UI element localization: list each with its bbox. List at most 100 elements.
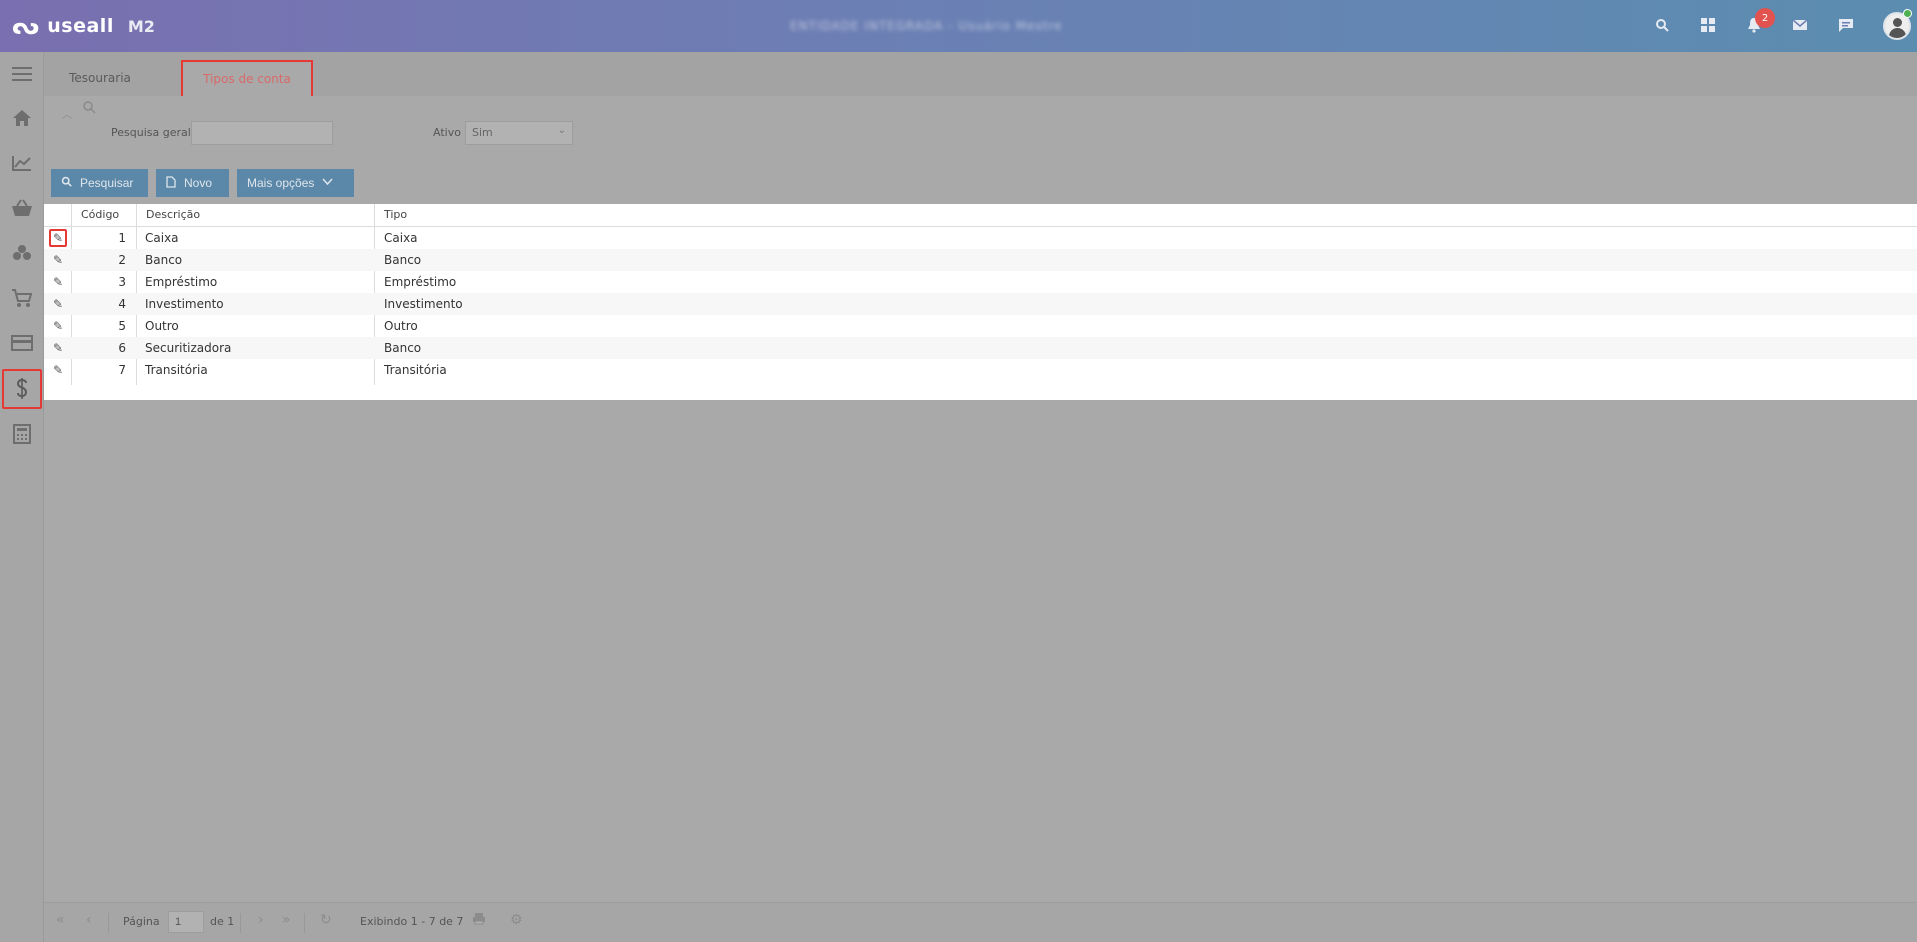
sidebar: [0, 52, 44, 942]
edit-pencil-icon[interactable]: ✎: [49, 251, 67, 269]
row-description: Outro: [145, 319, 179, 333]
edit-pencil-icon[interactable]: ✎: [49, 273, 67, 291]
sidebar-item-menu[interactable]: [2, 54, 42, 94]
dollar-icon: [16, 378, 28, 399]
pager-divider: [304, 913, 305, 933]
table-row[interactable]: ✎ 6 Securitizadora Banco: [44, 337, 1917, 359]
row-type: Empréstimo: [384, 275, 457, 289]
top-header: ᔓ useall M2 ENTIDADE INTEGRADA - Usuário…: [0, 0, 1917, 52]
settings-gears-icon[interactable]: ⚙: [510, 912, 523, 928]
next-page-icon[interactable]: ›: [258, 912, 264, 928]
print-icon[interactable]: [472, 912, 486, 929]
active-filter-label: Ativo: [433, 126, 461, 139]
row-description: Securitizadora: [145, 341, 232, 355]
row-code: 3: [118, 275, 126, 289]
more-options-label: Mais opções: [247, 176, 315, 190]
edit-pencil-icon[interactable]: ✎: [49, 361, 67, 379]
notification-badge[interactable]: 2: [1755, 8, 1775, 28]
edit-pencil-icon[interactable]: ✎: [49, 339, 67, 357]
tab-tipos-de-conta[interactable]: Tipos de conta: [181, 60, 313, 96]
chevron-down-icon: ⌄: [557, 125, 566, 136]
tab-tesouraria-label: Tesouraria: [69, 71, 131, 85]
table-row[interactable]: ✎ 3 Empréstimo Empréstimo: [44, 271, 1917, 293]
chevron-down-icon: [322, 177, 333, 189]
new-button[interactable]: Novo: [156, 169, 229, 197]
row-code: 1: [118, 231, 126, 245]
app-logo[interactable]: ᔓ useall M2: [12, 12, 155, 40]
sidebar-item-billing[interactable]: [2, 323, 42, 363]
sidebar-item-dashboard[interactable]: [2, 143, 42, 183]
more-options-button[interactable]: Mais opções: [237, 169, 354, 197]
apps-icon[interactable]: [1696, 13, 1720, 37]
account-types-grid: Código Descrição Tipo ✎ 1 Caixa Caixa ✎ …: [44, 204, 1917, 400]
entity-user-info: ENTIDADE INTEGRADA - Usuário Mestre: [790, 19, 1063, 33]
row-type: Transitória: [384, 363, 447, 377]
boxes-icon: [13, 245, 31, 260]
previous-page-icon[interactable]: ‹: [86, 912, 92, 928]
avatar-head: [1893, 18, 1902, 27]
table-row[interactable]: ✎ 2 Banco Banco: [44, 249, 1917, 271]
row-code: 6: [118, 341, 126, 355]
chat-icon[interactable]: [1834, 13, 1858, 37]
first-page-icon[interactable]: «: [56, 912, 65, 928]
table-row[interactable]: ✎ 1 Caixa Caixa: [44, 227, 1917, 249]
card-icon: [11, 335, 33, 351]
sidebar-item-sales[interactable]: [2, 188, 42, 228]
row-code: 5: [118, 319, 126, 333]
refresh-icon[interactable]: ↻: [320, 912, 332, 928]
general-search-input[interactable]: [191, 121, 333, 145]
row-code: 7: [118, 363, 126, 377]
edit-pencil-icon[interactable]: ✎: [49, 317, 67, 335]
mail-icon[interactable]: [1788, 13, 1812, 37]
column-header-description[interactable]: Descrição: [146, 208, 200, 221]
action-toolbar: Pesquisar Novo Mais opções: [51, 169, 354, 197]
pager-divider: [108, 913, 109, 933]
search-icon[interactable]: [1650, 13, 1674, 37]
tab-bar: Tesouraria Tipos de conta: [44, 52, 1917, 96]
column-header-code[interactable]: Código: [81, 208, 119, 221]
row-type: Banco: [384, 341, 422, 355]
row-type: Banco: [384, 253, 422, 267]
page-number-input[interactable]: [168, 911, 204, 933]
row-description: Transitória: [145, 363, 208, 377]
calculator-icon: [13, 424, 31, 444]
table-row[interactable]: ✎ 4 Investimento Investimento: [44, 293, 1917, 315]
search-button[interactable]: Pesquisar: [51, 169, 148, 197]
logo-brand: useall: [47, 15, 114, 37]
sidebar-item-accounting[interactable]: [2, 414, 42, 454]
row-description: Caixa: [145, 231, 179, 245]
home-icon: [13, 110, 31, 126]
last-page-icon[interactable]: »: [282, 912, 291, 928]
table-row[interactable]: ✎ 7 Transitória Transitória: [44, 359, 1917, 381]
tab-tesouraria[interactable]: Tesouraria: [66, 60, 134, 96]
table-row[interactable]: ✎ 5 Outro Outro: [44, 315, 1917, 337]
general-search-label: Pesquisa geral: [111, 126, 191, 139]
collapse-chevron-icon[interactable]: ︿: [62, 106, 72, 121]
sidebar-item-stock[interactable]: [2, 233, 42, 273]
page-count-label: de 1: [210, 915, 235, 928]
sidebar-item-finance[interactable]: [2, 369, 42, 409]
filter-search-icon: [82, 100, 96, 118]
active-filter-value: Sim: [472, 126, 493, 139]
sidebar-item-purchases[interactable]: [2, 278, 42, 318]
edit-pencil-icon[interactable]: ✎: [49, 229, 67, 247]
pagination-bar: « ‹ Página de 1 › » ↻ Exibindo 1 - 7 de …: [44, 902, 1917, 942]
basket-icon: [12, 199, 32, 216]
search-button-label: Pesquisar: [80, 176, 134, 190]
tab-tipos-de-conta-label: Tipos de conta: [203, 72, 291, 86]
filter-panel: ︿ Pesquisa geral Ativo Sim ⌄: [44, 96, 1917, 170]
new-button-label: Novo: [184, 176, 213, 190]
grid-header: Código Descrição Tipo: [44, 204, 1917, 227]
sidebar-item-home[interactable]: [2, 98, 42, 138]
avatar-body: [1889, 28, 1906, 38]
pager-divider: [240, 913, 241, 933]
page-label: Página: [123, 915, 160, 928]
chart-icon: [12, 156, 31, 171]
edit-pencil-icon[interactable]: ✎: [49, 295, 67, 313]
online-status-indicator: [1903, 9, 1912, 18]
active-filter-select[interactable]: Sim ⌄: [465, 121, 573, 145]
menu-icon: [12, 67, 32, 81]
row-type: Investimento: [384, 297, 463, 311]
logo-mark-icon: ᔓ: [12, 12, 40, 40]
column-header-type[interactable]: Tipo: [384, 208, 407, 221]
